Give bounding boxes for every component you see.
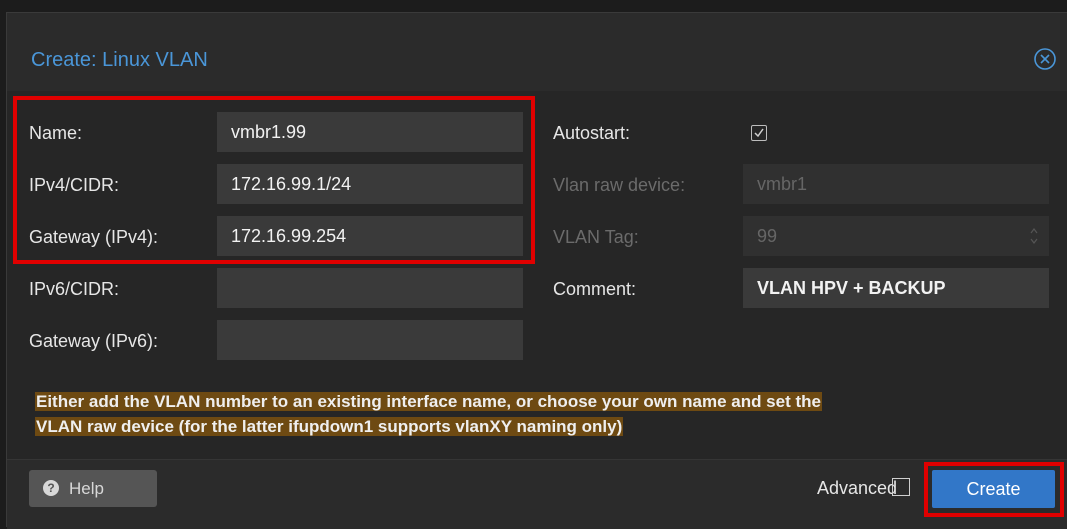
gateway-ipv6-label: Gateway (IPv6):	[29, 331, 159, 351]
advanced-checkbox[interactable]	[892, 478, 910, 496]
advanced-label: Advanced	[817, 478, 898, 498]
comment-field[interactable]	[743, 268, 1049, 308]
ipv4-label: IPv4/CIDR:	[29, 175, 120, 195]
vlan-raw-device-label: Vlan raw device:	[553, 175, 686, 195]
create-button[interactable]: Create	[932, 470, 1055, 508]
dialog-title: Create: Linux VLAN	[31, 49, 208, 71]
autostart-label: Autostart:	[553, 123, 631, 143]
vlan-tag-label: VLAN Tag:	[553, 227, 639, 247]
question-circle-icon: ?	[43, 480, 59, 496]
gateway-ipv6-field[interactable]	[217, 320, 523, 360]
help-button-label: Help	[69, 479, 104, 498]
ipv6-field[interactable]	[217, 268, 523, 308]
gateway-ipv4-field[interactable]	[217, 216, 523, 256]
autostart-checkbox[interactable]	[751, 125, 767, 141]
spinner-icon[interactable]	[1029, 226, 1039, 246]
create-vlan-dialog: Create: Linux VLAN Name: IPv4/CIDR: Gate…	[6, 12, 1067, 529]
dialog-titlebar: Create: Linux VLAN	[7, 13, 1067, 91]
name-field[interactable]	[217, 112, 523, 152]
ipv6-label: IPv6/CIDR:	[29, 279, 120, 299]
gateway-ipv4-label: Gateway (IPv4):	[29, 227, 159, 247]
hint-line-1: Either add the VLAN number to an existin…	[35, 392, 822, 411]
help-button[interactable]: ? Help	[29, 470, 157, 507]
vlan-tag-field[interactable]	[743, 216, 1049, 256]
close-icon[interactable]	[1032, 46, 1058, 72]
hint-line-2: VLAN raw device (for the latter ifupdown…	[35, 417, 624, 436]
name-label: Name:	[29, 123, 83, 143]
comment-label: Comment:	[553, 279, 637, 299]
ipv4-field[interactable]	[217, 164, 523, 204]
dialog-footer: ? Help Advanced Create	[7, 459, 1067, 529]
vlan-hint: Either add the VLAN number to an existin…	[35, 389, 822, 439]
vlan-raw-device-field[interactable]	[743, 164, 1049, 204]
